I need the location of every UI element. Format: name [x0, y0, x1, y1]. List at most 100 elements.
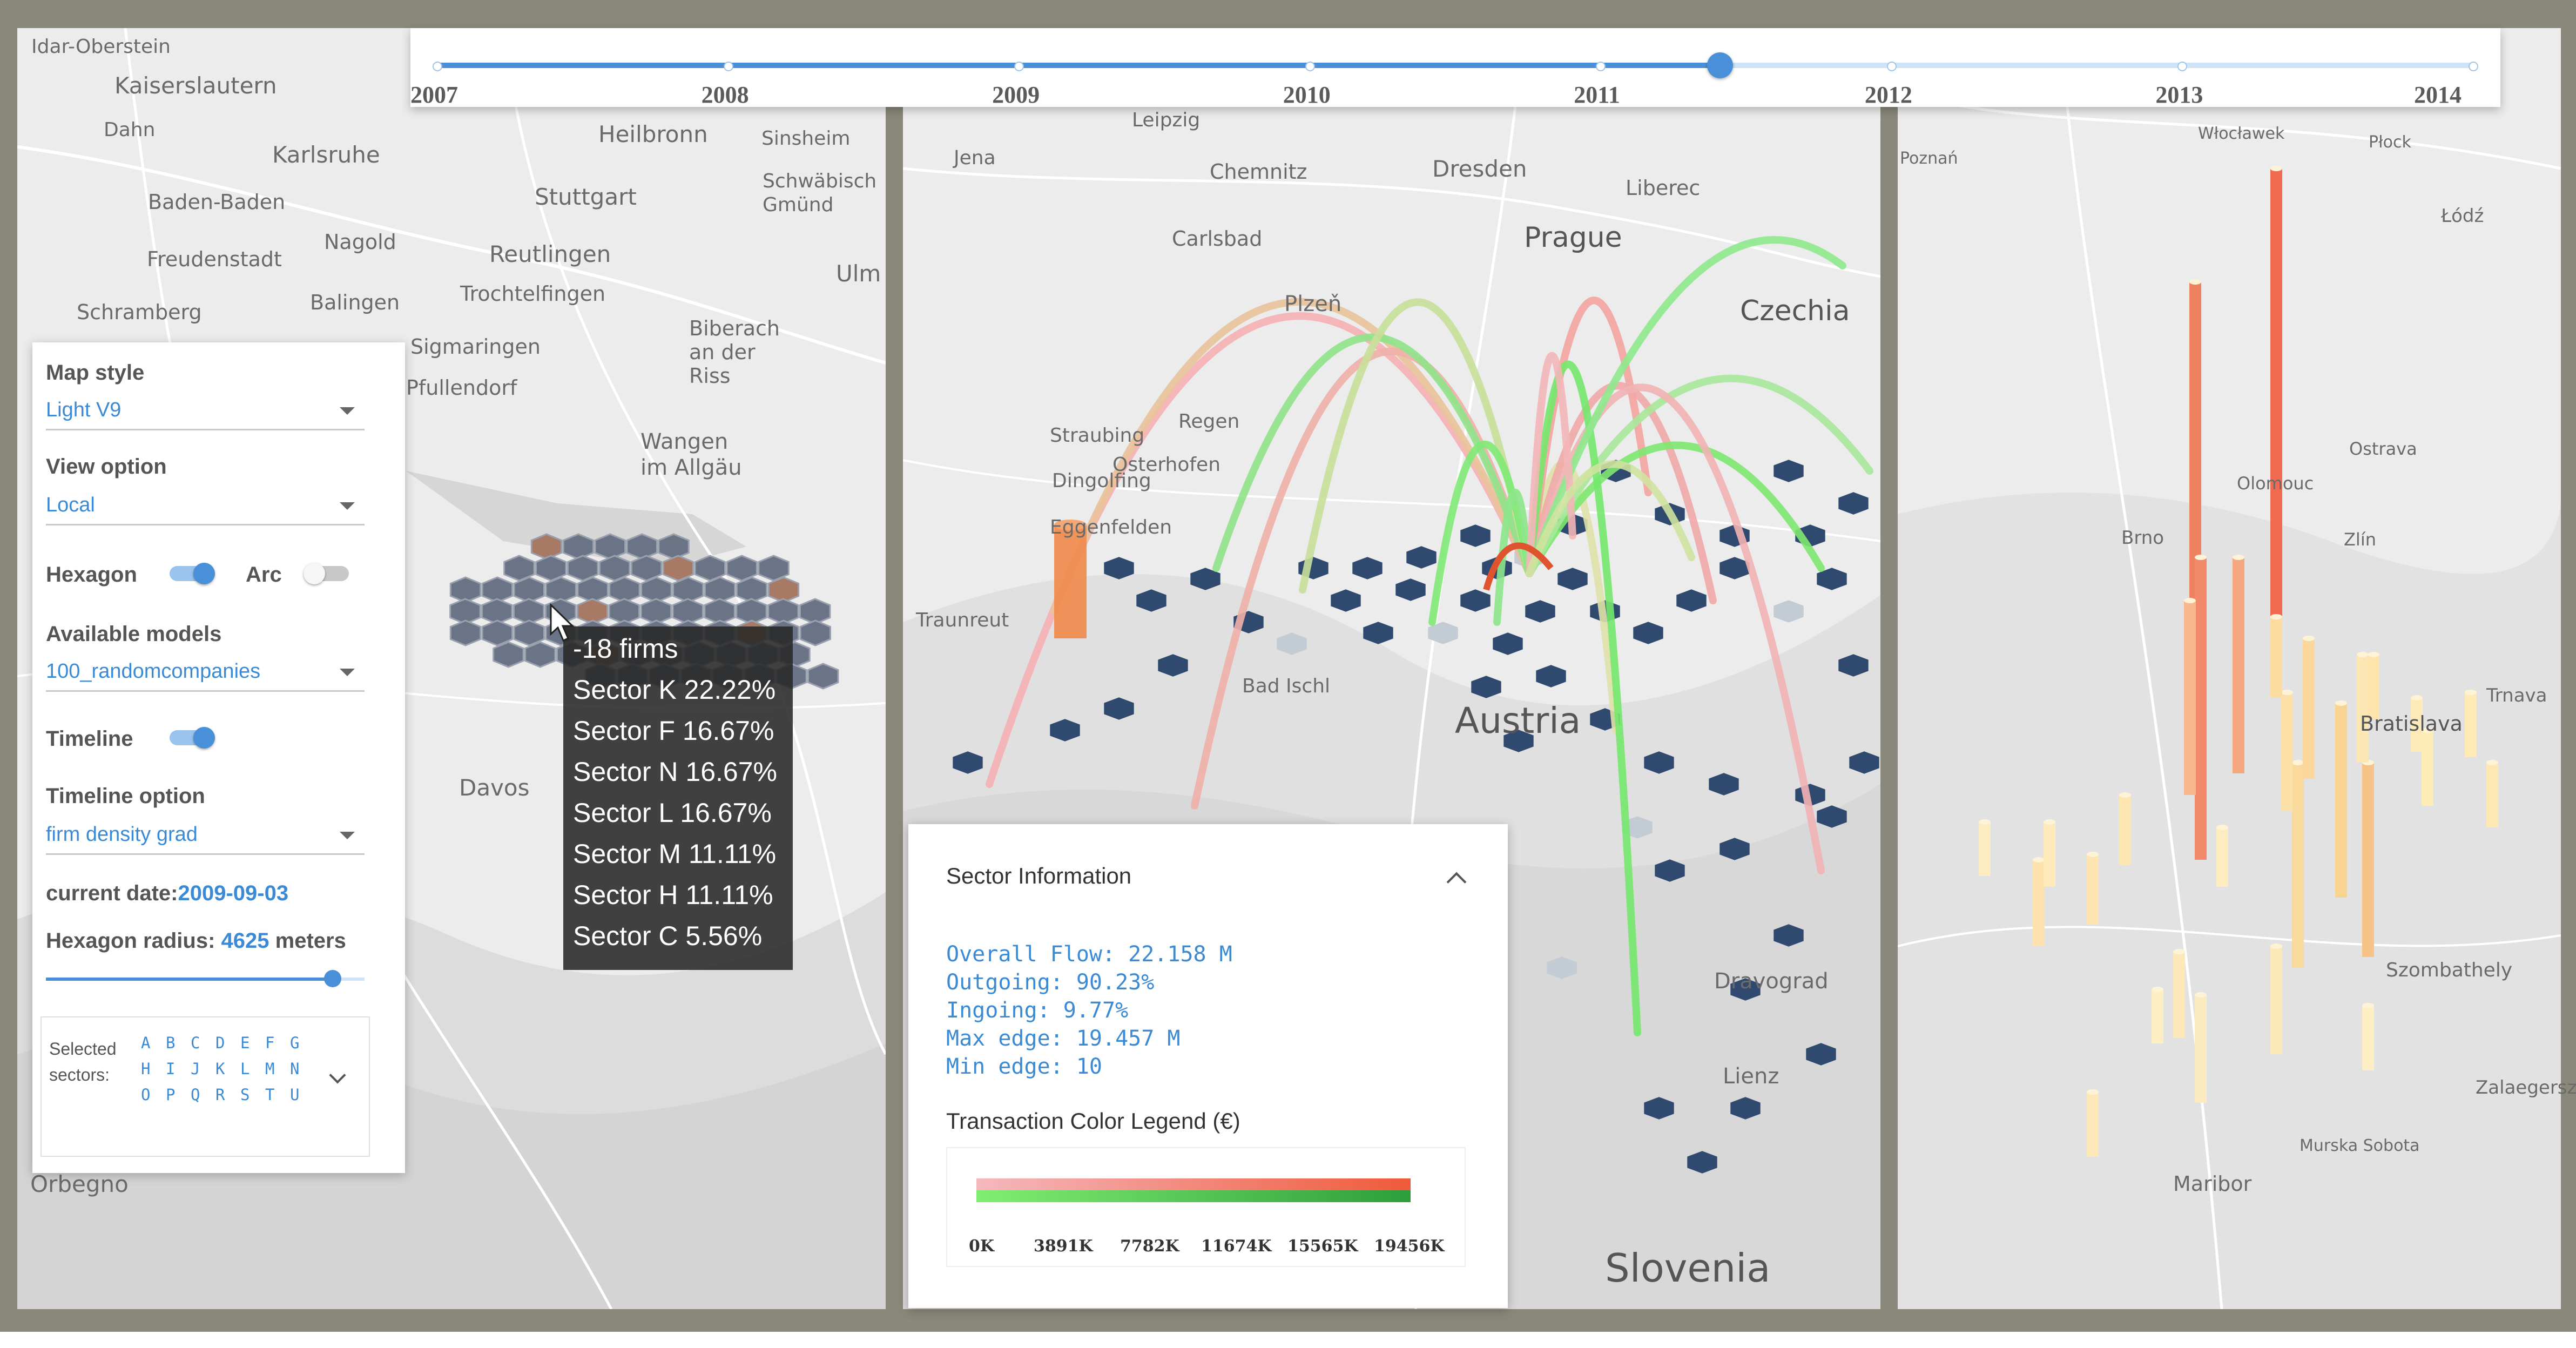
chevron-down-icon[interactable] — [329, 1067, 346, 1084]
available-models-select[interactable]: 100_randomcompanies — [46, 656, 365, 692]
firm-column-top — [2270, 943, 2282, 949]
firm-column[interactable] — [2173, 952, 2185, 1038]
firm-column[interactable] — [2270, 168, 2282, 638]
firm-column[interactable] — [2292, 763, 2304, 968]
map-label: Brno — [2121, 527, 2164, 549]
map-label: Nagold — [324, 230, 396, 254]
firm-column[interactable] — [2335, 703, 2347, 898]
hexagon-toggle[interactable] — [170, 563, 215, 584]
sector-letter[interactable]: E — [240, 1034, 249, 1052]
hexagon-cell[interactable] — [658, 533, 690, 560]
hexagon-cell[interactable] — [449, 619, 482, 646]
arc-toggle[interactable] — [304, 563, 349, 584]
firm-column[interactable] — [2270, 946, 2282, 1054]
hexagon-cell[interactable] — [626, 533, 658, 560]
hexagon-cell[interactable] — [594, 533, 626, 560]
timeline-toggle[interactable] — [170, 727, 215, 749]
firm-column[interactable] — [2033, 860, 2045, 946]
timeline-tick — [723, 62, 733, 71]
sector-letter[interactable]: H — [141, 1060, 150, 1078]
sector-letter[interactable]: B — [166, 1034, 175, 1052]
firm-column[interactable] — [2486, 763, 2498, 827]
firm-column-top — [2216, 825, 2228, 830]
firm-column[interactable] — [2362, 763, 2374, 957]
map-label: Schwäbisch Gmünd — [763, 170, 877, 216]
sector-letter[interactable]: I — [166, 1060, 175, 1078]
ingoing-color-scale — [976, 1178, 1411, 1190]
sector-letter[interactable]: D — [215, 1034, 225, 1052]
sector-letter[interactable]: S — [240, 1086, 249, 1104]
firm-column[interactable] — [2362, 1006, 2374, 1070]
firm-column[interactable] — [2195, 995, 2207, 1103]
selected-sectors[interactable]: Selected sectors: ABCDEFG HIJKLMN OPQRSTU — [41, 1016, 370, 1157]
color-legend: 0K 3891K 7782K 11674K 15565K 19456K — [946, 1147, 1466, 1267]
sector-letter[interactable]: N — [290, 1060, 299, 1078]
firm-column-top — [2087, 852, 2099, 857]
timeline-year-label: 2013 — [2155, 82, 2203, 108]
sector-letter[interactable]: Q — [191, 1086, 200, 1104]
hexagon-radius-slider[interactable] — [46, 970, 365, 987]
timeline-year-label: 2014 — [2414, 82, 2462, 108]
firm-column-top — [2411, 695, 2423, 700]
sector-letter[interactable]: A — [141, 1034, 150, 1052]
timeline-option-select[interactable]: firm density grad — [46, 819, 365, 855]
view-option-select[interactable]: Local — [46, 489, 365, 525]
firm-column[interactable] — [2422, 730, 2433, 806]
sector-letter[interactable]: M — [265, 1060, 274, 1078]
firm-column[interactable] — [2195, 557, 2207, 860]
map-label: Dahn — [104, 119, 156, 141]
firm-column[interactable] — [2152, 989, 2163, 1043]
hexagon-radius-slider-handle[interactable] — [324, 970, 341, 987]
sector-letter[interactable]: C — [191, 1034, 200, 1052]
map-label: Orbegno — [30, 1171, 129, 1197]
firm-column[interactable] — [2184, 601, 2196, 795]
firm-column-top — [2270, 166, 2282, 171]
sector-letter[interactable]: J — [191, 1060, 200, 1078]
sector-letter[interactable]: F — [265, 1034, 274, 1052]
sector-letter[interactable]: T — [265, 1086, 274, 1104]
hexagon-cell[interactable] — [562, 533, 595, 560]
chevron-up-icon[interactable] — [1446, 872, 1467, 892]
firm-column[interactable] — [2087, 1092, 2099, 1157]
firm-column[interactable] — [2357, 655, 2369, 763]
firm-column[interactable] — [2087, 854, 2099, 925]
timeline-handle[interactable] — [1707, 52, 1734, 78]
firm-column-top — [2189, 279, 2201, 285]
chevron-down-icon — [340, 502, 355, 510]
timeline-slider[interactable]: 2007 2008 2009 2010 2011 2012 2013 2014 — [410, 28, 2500, 108]
map-label: Traunreut — [916, 609, 1009, 631]
sector-letter[interactable]: K — [215, 1060, 225, 1078]
chevron-down-icon — [340, 407, 355, 415]
firm-column[interactable] — [1979, 822, 1991, 876]
map-label: Dresden — [1432, 156, 1527, 182]
hexagon-cell[interactable] — [807, 663, 839, 690]
firm-column[interactable] — [2281, 692, 2293, 811]
firm-column-top — [2368, 652, 2379, 657]
timeline-progress — [437, 63, 1721, 68]
hexagon-cell[interactable] — [530, 533, 563, 560]
sector-letter[interactable]: R — [215, 1086, 225, 1104]
sector-letter[interactable]: G — [290, 1034, 299, 1052]
firm-column[interactable] — [2233, 557, 2244, 773]
hexagon-cell[interactable] — [799, 619, 831, 646]
map-label: Pfullendorf — [406, 376, 517, 400]
map-style-select[interactable]: Light V9 — [46, 394, 365, 430]
firm-column[interactable] — [2044, 822, 2055, 887]
firm-column[interactable] — [2216, 827, 2228, 887]
firm-column[interactable] — [2303, 638, 2315, 779]
available-models-label: Available models — [46, 622, 222, 646]
sector-letter[interactable]: L — [240, 1060, 249, 1078]
map-label: Jena — [954, 147, 996, 169]
sector-letter[interactable]: P — [166, 1086, 175, 1104]
map-label: Poznań — [1900, 149, 1958, 168]
sector-letter[interactable]: U — [290, 1086, 299, 1104]
firm-column[interactable] — [2368, 655, 2379, 719]
firm-column[interactable] — [2465, 692, 2477, 757]
hexagon-cell[interactable] — [493, 641, 524, 668]
firm-column[interactable] — [2270, 617, 2282, 698]
legend-tick-label: 0K — [969, 1237, 994, 1256]
firm-column[interactable] — [2119, 795, 2131, 865]
chevron-down-icon — [340, 669, 355, 676]
firm-column-top — [2184, 598, 2196, 603]
sector-letter[interactable]: O — [141, 1086, 150, 1104]
